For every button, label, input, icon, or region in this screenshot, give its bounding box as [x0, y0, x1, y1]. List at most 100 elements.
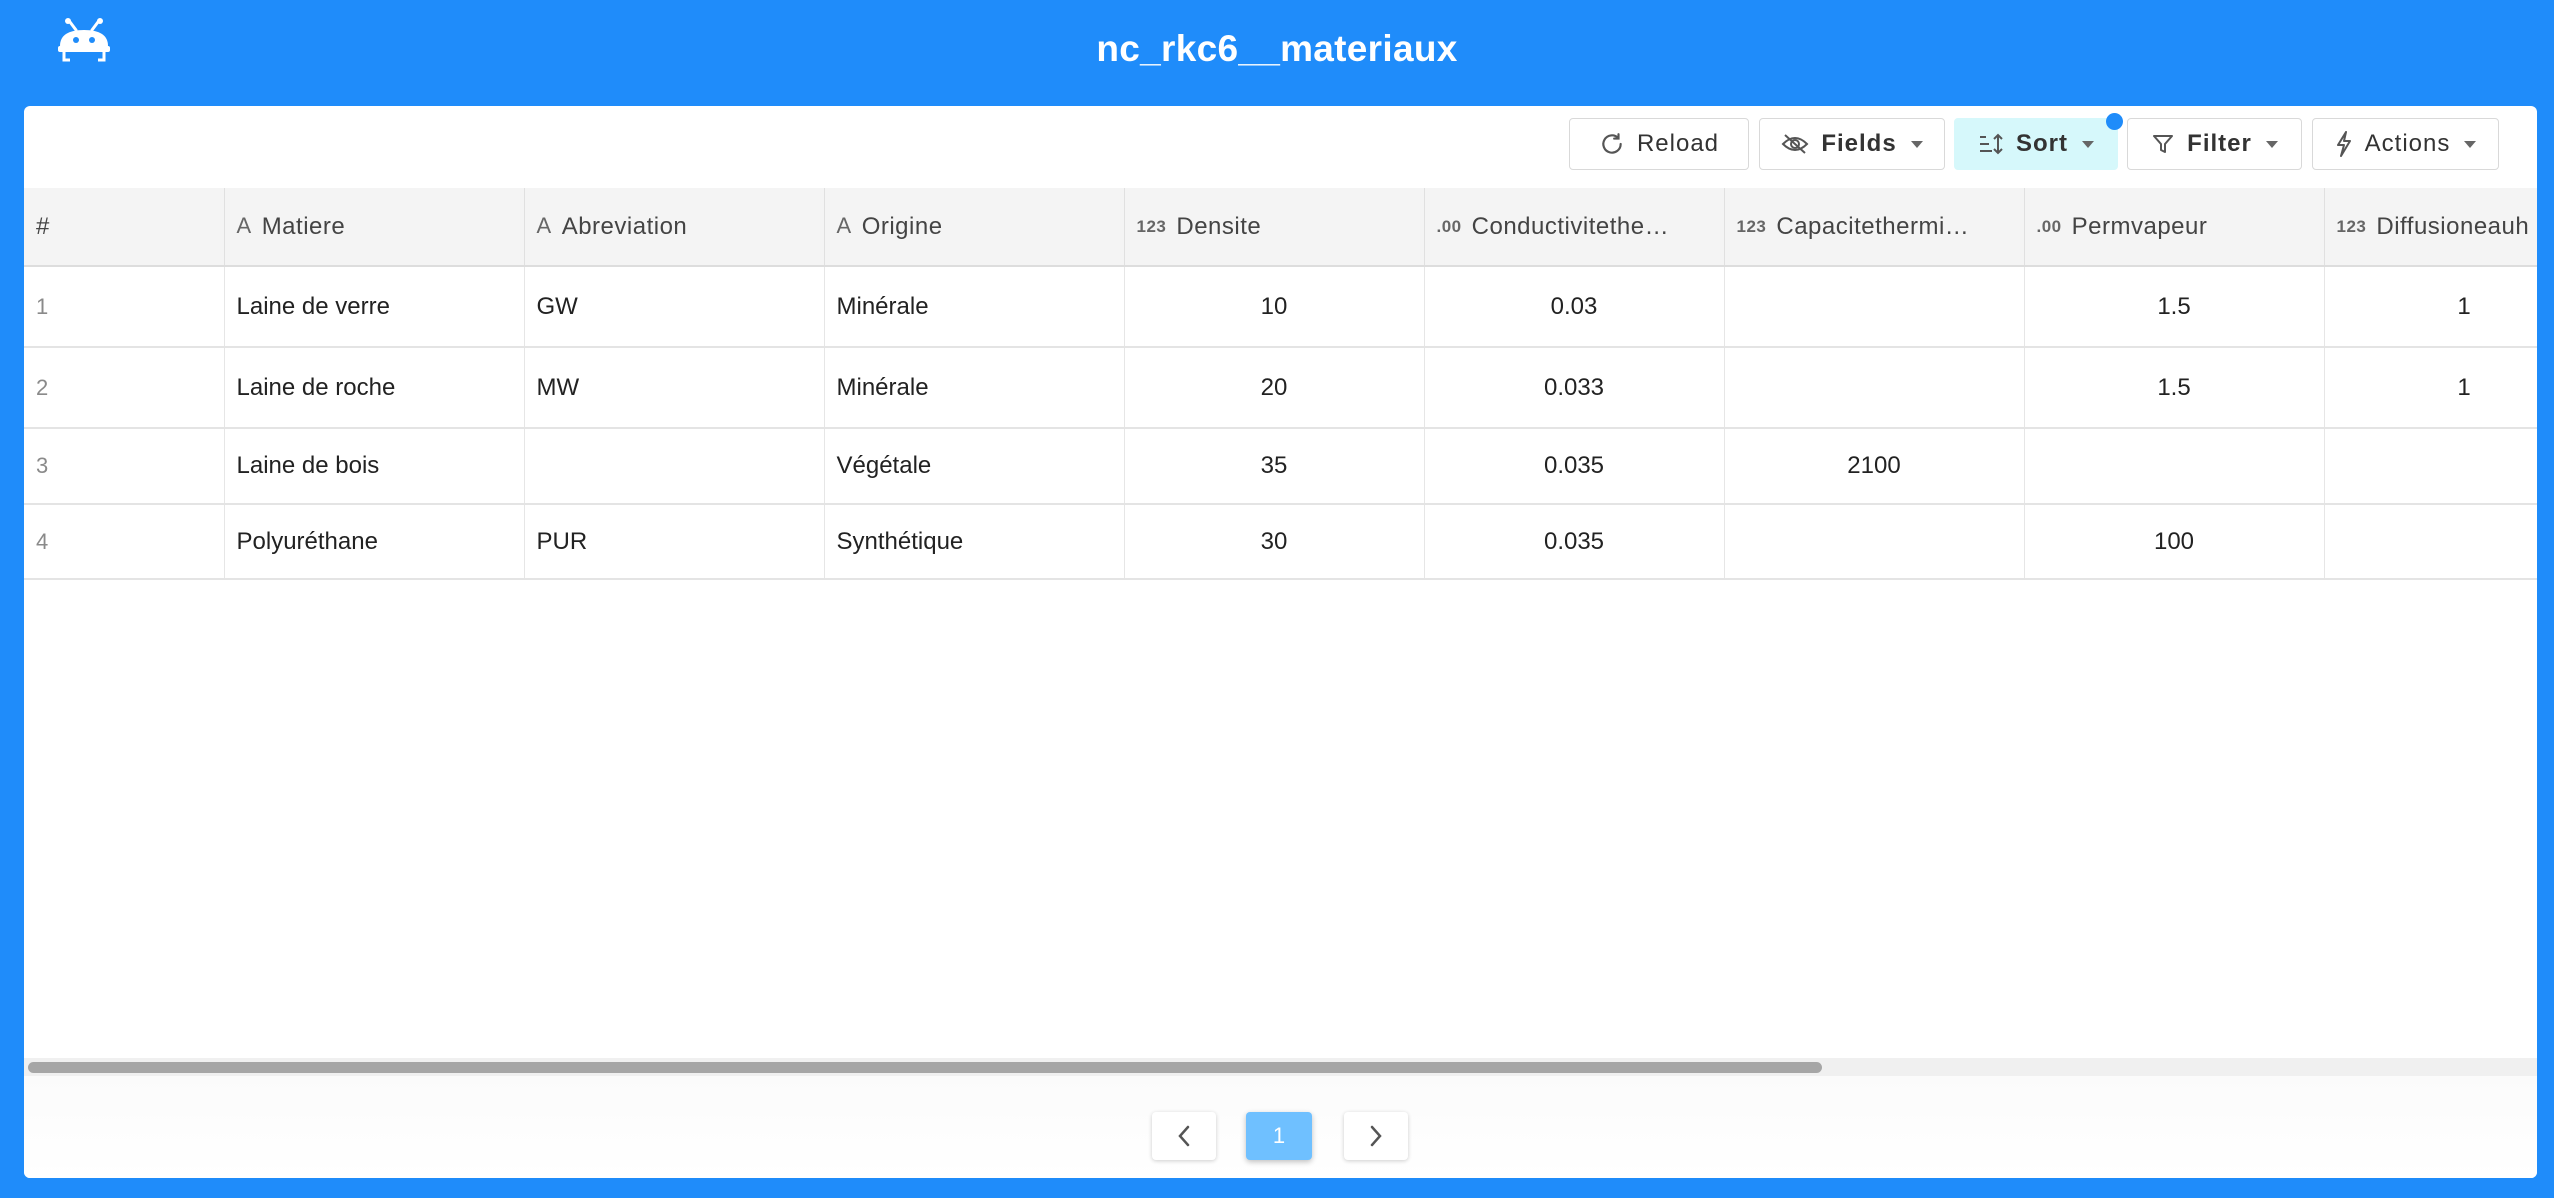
table-cell[interactable]: 100 — [2024, 504, 2325, 580]
fields-button[interactable]: Fields — [1759, 118, 1945, 170]
fields-label: Fields — [1821, 130, 1897, 157]
table-cell[interactable]: 0.033 — [1424, 347, 1725, 429]
table-cell[interactable]: 1.5 — [2024, 347, 2325, 429]
column-label: Permvapeur — [2071, 212, 2208, 240]
chevron-down-icon — [2265, 140, 2278, 148]
column-header-abreviation[interactable]: A Abreviation — [524, 188, 825, 267]
column-label: Abreviation — [561, 212, 688, 240]
column-header-conductivite[interactable]: .00 Conductivitethe… — [1424, 188, 1725, 267]
table-cell[interactable]: 0.035 — [1424, 504, 1725, 580]
text-type-icon: A — [236, 212, 252, 238]
column-header-origine[interactable]: A Origine — [824, 188, 1125, 267]
column-label: Matiere — [261, 212, 346, 240]
table-cell[interactable] — [2324, 428, 2537, 505]
grid-toolbar: Reload Fields Sort Filter Actions — [24, 106, 2537, 188]
table-row[interactable]: 3 Laine de bois Végétale 35 0.035 2100 — [24, 428, 2537, 505]
table-cell[interactable] — [1724, 347, 2025, 429]
column-header-matiere[interactable]: A Matiere — [224, 188, 525, 267]
table-cell[interactable]: Végétale — [824, 428, 1125, 505]
chevron-right-icon — [1370, 1125, 1382, 1147]
text-type-icon: A — [536, 212, 552, 238]
number-type-icon: 123 — [1136, 216, 1167, 236]
column-header-capacite[interactable]: 123 Capacitethermi… — [1724, 188, 2025, 267]
table-row[interactable]: 4 Polyuréthane PUR Synthétique 30 0.035 … — [24, 504, 2537, 580]
table-cell[interactable]: 30 — [1124, 504, 1425, 580]
table-cell[interactable] — [1724, 504, 2025, 580]
table-cell[interactable] — [2024, 428, 2325, 505]
header-row: # A Matiere A Abreviation A Origine 123 Dens… — [24, 188, 2537, 267]
reload-button[interactable]: Reload — [1569, 118, 1749, 170]
column-header-diffusion[interactable]: 123 Diffusioneauh — [2324, 188, 2537, 267]
sort-label: Sort — [2016, 130, 2068, 157]
table-cell[interactable] — [524, 428, 825, 505]
table-cell[interactable]: 2100 — [1724, 428, 2025, 505]
column-label: Diffusioneauh — [2376, 212, 2530, 240]
row-number-cell: 3 — [24, 428, 225, 505]
actions-button[interactable]: Actions — [2312, 118, 2499, 170]
table-cell[interactable]: 35 — [1124, 428, 1425, 505]
chevron-down-icon — [2082, 140, 2094, 148]
chevron-down-icon — [2464, 140, 2477, 148]
table-cell[interactable]: Laine de verre — [224, 266, 525, 348]
table-cell[interactable]: PUR — [524, 504, 825, 580]
page-number-button[interactable]: 1 — [1246, 1112, 1312, 1160]
number-type-icon: 123 — [2336, 216, 2367, 236]
table-cell[interactable] — [1724, 266, 2025, 348]
row-number-cell: 1 — [24, 266, 225, 348]
decimal-type-icon: .00 — [1436, 216, 1462, 236]
next-page-button[interactable] — [1344, 1112, 1408, 1160]
table-cell[interactable]: 20 — [1124, 347, 1425, 429]
table-cell[interactable]: 1 — [2324, 266, 2537, 348]
table-cell[interactable]: Laine de bois — [224, 428, 525, 505]
table-cell[interactable]: Polyuréthane — [224, 504, 525, 580]
column-header-permvapeur[interactable]: .00 Permvapeur — [2024, 188, 2325, 267]
lightning-icon — [2336, 131, 2351, 157]
chevron-down-icon — [1910, 140, 1923, 148]
sort-button[interactable]: Sort — [1954, 113, 2123, 170]
previous-page-button[interactable] — [1152, 1112, 1216, 1160]
app-header: nc_rkc6__materiaux — [0, 0, 2554, 106]
filter-label: Filter — [2187, 130, 2252, 157]
actions-label: Actions — [2364, 130, 2451, 157]
scrollbar-thumb[interactable] — [28, 1062, 1822, 1073]
table-cell[interactable]: 0.03 — [1424, 266, 1725, 348]
row-number-cell: 4 — [24, 504, 225, 580]
table-row[interactable]: 1 Laine de verre GW Minérale 10 0.03 1.5… — [24, 266, 2537, 348]
table-row[interactable]: 2 Laine de roche MW Minérale 20 0.033 1.… — [24, 347, 2537, 429]
sort-icon — [1980, 133, 2003, 155]
row-number-cell: 2 — [24, 347, 225, 429]
table-cell[interactable]: Minérale — [824, 266, 1125, 348]
filter-icon — [2153, 135, 2174, 153]
column-label: Capacitethermi… — [1776, 212, 1970, 240]
table-cell[interactable]: 10 — [1124, 266, 1425, 348]
column-label: Densite — [1176, 212, 1262, 240]
chevron-left-icon — [1178, 1125, 1190, 1147]
table-cell[interactable]: 1.5 — [2024, 266, 2325, 348]
text-type-icon: A — [836, 212, 852, 238]
page-title: nc_rkc6__materiaux — [1096, 28, 1458, 69]
pagination: 1 — [24, 1076, 2537, 1178]
column-label: Origine — [861, 212, 943, 240]
column-label: Conductivitethe… — [1471, 212, 1670, 240]
column-header-rownum[interactable]: # — [24, 188, 225, 267]
table-cell[interactable] — [2324, 504, 2537, 580]
table-cell[interactable]: GW — [524, 266, 825, 348]
filter-button[interactable]: Filter — [2127, 118, 2302, 170]
data-table: # A Matiere A Abreviation A Origine 123 Dens… — [24, 188, 2537, 580]
table-cell[interactable]: 1 — [2324, 347, 2537, 429]
table-cell[interactable]: 0.035 — [1424, 428, 1725, 505]
eye-off-icon — [1781, 134, 1809, 154]
column-header-densite[interactable]: 123 Densite — [1124, 188, 1425, 267]
table-cell[interactable]: MW — [524, 347, 825, 429]
reload-icon — [1602, 133, 1622, 154]
decimal-type-icon: .00 — [2036, 216, 2062, 236]
table-cell[interactable]: Synthétique — [824, 504, 1125, 580]
number-type-icon: 123 — [1736, 216, 1767, 236]
data-grid: # A Matiere A Abreviation A Origine 123 Dens… — [24, 188, 2537, 1058]
column-label: # — [36, 212, 50, 240]
table-cell[interactable]: Minérale — [824, 347, 1125, 429]
sort-active-badge — [2106, 113, 2123, 130]
horizontal-scrollbar[interactable] — [24, 1058, 2537, 1076]
table-cell[interactable]: Laine de roche — [224, 347, 525, 429]
reload-label: Reload — [1636, 130, 1720, 157]
